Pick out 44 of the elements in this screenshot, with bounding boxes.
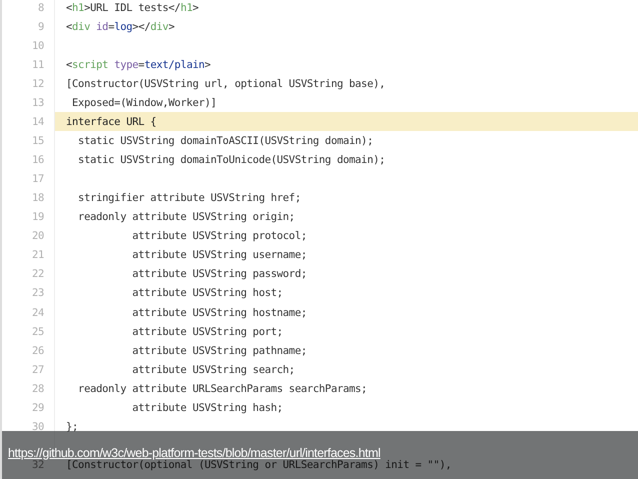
line-number: 10: [2, 36, 55, 56]
code-line: <h1>URL IDL tests</h1>: [65, 0, 200, 16]
code-line: attribute USVString hostname;: [131, 306, 308, 321]
code-line: attribute USVString hash;: [131, 400, 284, 416]
line-number: 25: [2, 322, 55, 342]
line-number: 22: [2, 264, 55, 284]
code-line: static USVString domainToUnicode(USVString domain);: [77, 153, 386, 168]
code-line: [Constructor(optional (USVString or URLSearchParams) init = ""),: [66, 459, 452, 474]
line-number: 19: [2, 208, 55, 227]
line-number: 24: [2, 303, 55, 322]
line-number: 29: [2, 398, 55, 418]
line-number: 20: [2, 226, 55, 246]
line-number: 15: [2, 131, 55, 150]
line-number: 23: [2, 284, 55, 303]
line-number: 17: [2, 170, 55, 189]
code-line: <div id=log></div>: [65, 20, 176, 35]
code-line: attribute USVString password;: [131, 267, 308, 282]
line-number: 28: [2, 379, 55, 398]
line-number: 11: [2, 55, 55, 74]
line-number: 8: [2, 0, 55, 18]
code-line: [Constructor(USVString url, optional USVString base),: [65, 76, 386, 92]
line-number: 16: [2, 150, 55, 170]
code-line: attribute USVString username;: [131, 248, 308, 264]
code-line: attribute USVString search;: [131, 362, 296, 378]
line-number: 27: [2, 360, 55, 380]
code-line: readonly attribute URLSearchParams searchParams;: [77, 382, 368, 397]
code-line: attribute USVString port;: [131, 324, 284, 340]
line-number: 12: [2, 74, 55, 94]
line-number: 32: [32, 459, 44, 474]
line-number: 18: [2, 188, 55, 208]
code-line: Exposed=(Window,Worker)]: [71, 96, 218, 111]
code-line: static USVString domainToASCII(USVString domain);: [77, 134, 374, 149]
line-number: 13: [2, 93, 55, 112]
code-line: attribute USVString pathname;: [131, 344, 308, 359]
code-line: attribute USVString host;: [131, 286, 284, 302]
code-line: };: [65, 420, 80, 435]
code-line: stringifier attribute USVString href;: [77, 191, 302, 206]
code-line: attribute USVString protocol;: [131, 229, 308, 244]
code-line: <script type=text/plain>: [65, 58, 212, 73]
source-link[interactable]: https://github.com/w3c/web-platform-tests/blob/master/url/interfaces.html: [2, 446, 380, 460]
line-number: 9: [2, 17, 55, 36]
code-line: readonly attribute USVString origin;: [77, 210, 296, 226]
line-number: 26: [2, 341, 55, 360]
line-number: 21: [2, 246, 55, 265]
